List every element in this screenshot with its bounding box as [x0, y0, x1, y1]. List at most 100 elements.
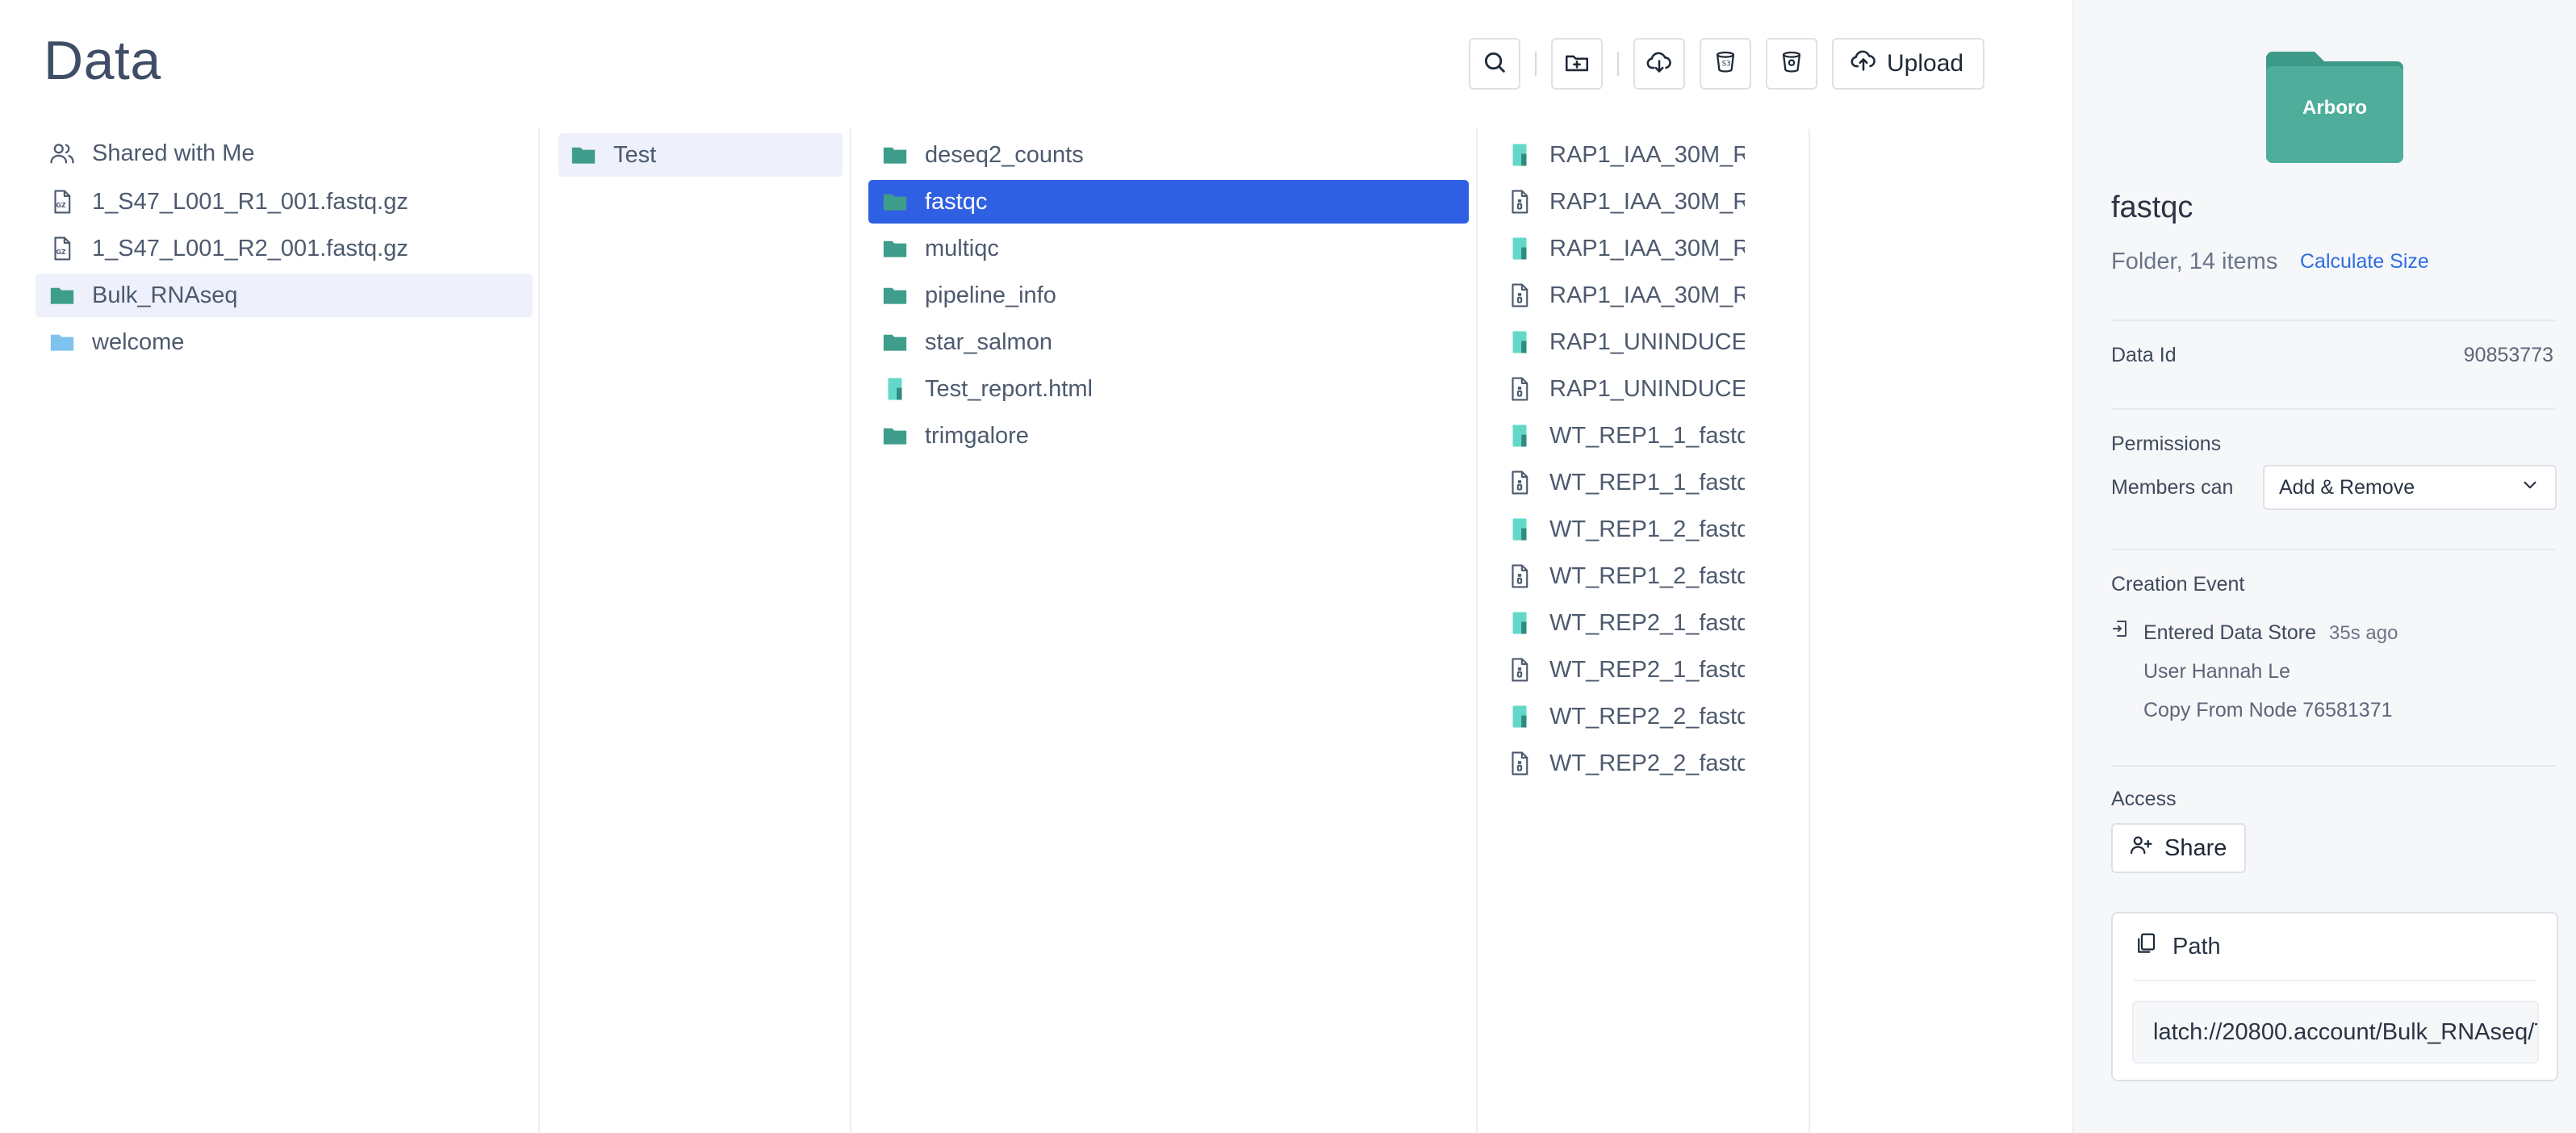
- list-item-file[interactable]: WT_REP1_2_fastqc: [1491, 554, 1745, 598]
- list-item-file[interactable]: GZ 1_S47_L001_R1_001.fastq.gz: [36, 180, 533, 224]
- brand-logo-text: Arboro: [2302, 97, 2367, 119]
- share-button[interactable]: Share: [2111, 823, 2247, 873]
- bucket-import-icon: [1778, 48, 1805, 80]
- list-item-file[interactable]: RAP1_IAA_30M_RE: [1491, 180, 1745, 224]
- list-item-label: RAP1_IAA_30M_RE: [1549, 141, 1745, 168]
- folder-plus-icon: [1563, 48, 1591, 80]
- data-id-label: Data Id: [2111, 344, 2177, 366]
- path-header: Path: [2134, 931, 2221, 962]
- list-item-folder-test[interactable]: Test: [558, 133, 843, 177]
- cloud-download-button[interactable]: [1633, 38, 1685, 90]
- divider: [2111, 765, 2555, 767]
- details-title: fastqc: [2111, 190, 2193, 224]
- list-item-file[interactable]: WT_REP1_1_fastqc.: [1491, 414, 1745, 458]
- list-item-file[interactable]: WT_REP2_1_fastqc: [1491, 648, 1745, 692]
- event-title: Entered Data Store: [2143, 621, 2317, 644]
- folder-icon: [881, 328, 909, 356]
- event-title-line: Entered Data Store 35s ago: [2143, 621, 2398, 645]
- enter-icon: [2111, 618, 2129, 639]
- list-item-label: WT_REP1_2_fastqc: [1549, 516, 1745, 542]
- list-item-label: WT_REP2_2_fastqc: [1549, 750, 1745, 776]
- list-item-file[interactable]: WT_REP1_1_fastqc.: [1491, 461, 1745, 504]
- file-zip-icon: [1506, 469, 1533, 496]
- user-plus-icon: [2129, 833, 2164, 863]
- file-html-icon: [1506, 328, 1533, 356]
- list-item-file[interactable]: RAP1_UNINDUCED: [1491, 320, 1745, 364]
- search-button[interactable]: [1469, 38, 1520, 90]
- calculate-size-link[interactable]: Calculate Size: [2300, 250, 2429, 274]
- list-item-label: star_salmon: [925, 328, 1052, 355]
- divider: [2111, 549, 2555, 550]
- list-item-file[interactable]: RAP1_IAA_30M_RE: [1491, 227, 1745, 270]
- list-item-label: welcome: [92, 328, 185, 355]
- column-divider: [850, 129, 851, 1133]
- list-item-folder[interactable]: deseq2_counts: [868, 133, 1469, 177]
- s3-import-button[interactable]: S3: [1700, 38, 1751, 90]
- list-item-folder-bulk-rnaseq[interactable]: Bulk_RNAseq: [36, 274, 533, 317]
- gcs-import-button[interactable]: [1766, 38, 1817, 90]
- list-item-file[interactable]: RAP1_IAA_30M_RE: [1491, 274, 1745, 317]
- list-item-label: RAP1_UNINDUCED: [1549, 375, 1745, 402]
- data-id-value: 90853773: [2463, 344, 2553, 366]
- list-item-folder-welcome[interactable]: welcome: [36, 320, 533, 364]
- file-zip-icon: [1506, 282, 1533, 309]
- file-html-icon: [1506, 422, 1533, 449]
- list-item-label: deseq2_counts: [925, 141, 1084, 168]
- file-gz-icon: GZ: [48, 188, 76, 215]
- folder-icon: [48, 328, 76, 356]
- page-title: Data: [44, 30, 161, 91]
- list-item-label: WT_REP2_1_fastqc: [1549, 609, 1745, 636]
- list-item-folder[interactable]: star_salmon: [868, 320, 1469, 364]
- list-item-folder[interactable]: trimgalore: [868, 414, 1469, 458]
- list-item-file[interactable]: WT_REP2_2_fastqc: [1491, 742, 1745, 785]
- column-divider: [538, 129, 540, 1133]
- list-item-file[interactable]: WT_REP2_1_fastqc: [1491, 601, 1745, 645]
- toolbar: S3 Upload: [1469, 38, 1985, 90]
- path-value-field[interactable]: latch://20800.account/Bulk_RNAseq/Test/f…: [2132, 1001, 2539, 1064]
- svg-text:GZ: GZ: [56, 249, 66, 256]
- svg-text:S3: S3: [1722, 60, 1731, 68]
- list-item-file[interactable]: RAP1_IAA_30M_RE: [1491, 133, 1745, 177]
- event-copy-from: Copy From Node 76581371: [2143, 699, 2393, 721]
- list-item-folder[interactable]: pipeline_info: [868, 274, 1469, 317]
- folder-icon: [881, 282, 909, 309]
- file-html-icon: [1506, 235, 1533, 262]
- list-item-label: RAP1_UNINDUCED: [1549, 328, 1745, 355]
- divider: [2111, 408, 2555, 410]
- list-item-file[interactable]: RAP1_UNINDUCED: [1491, 367, 1745, 411]
- list-item-file[interactable]: GZ 1_S47_L001_R2_001.fastq.gz: [36, 227, 533, 270]
- file-zip-icon: [1506, 188, 1533, 215]
- upload-button[interactable]: Upload: [1832, 38, 1985, 90]
- list-item-file[interactable]: WT_REP1_2_fastqc: [1491, 508, 1745, 551]
- list-item-folder-selected[interactable]: fastqc: [868, 180, 1469, 224]
- upload-label: Upload: [1887, 50, 1964, 77]
- users-icon: [48, 140, 76, 167]
- list-item-label: 1_S47_L001_R1_001.fastq.gz: [92, 188, 408, 215]
- chevron-down-icon: [2520, 475, 2540, 501]
- folder-icon: [48, 282, 76, 309]
- new-folder-button[interactable]: [1551, 38, 1603, 90]
- list-item-label: WT_REP1_2_fastqc: [1549, 562, 1745, 589]
- list-item-label: RAP1_IAA_30M_RE: [1549, 282, 1745, 308]
- file-zip-icon: [1506, 656, 1533, 684]
- folder-icon: [881, 422, 909, 449]
- file-zip-icon: [1506, 750, 1533, 777]
- file-gz-icon: GZ: [48, 235, 76, 262]
- folder-thumbnail: Arboro: [2266, 50, 2403, 163]
- list-item-file[interactable]: WT_REP2_2_fastqc: [1491, 695, 1745, 738]
- folder-icon: [570, 141, 597, 169]
- toolbar-divider: [1617, 52, 1619, 76]
- list-item-label: Shared with Me: [92, 140, 255, 166]
- list-item-folder[interactable]: multiqc: [868, 227, 1469, 270]
- path-label: Path: [2172, 933, 2221, 959]
- list-item-shared-with-me[interactable]: Shared with Me: [36, 132, 533, 175]
- details-subtitle: Folder, 14 items: [2111, 249, 2278, 274]
- list-item-label: WT_REP2_2_fastqc: [1549, 703, 1745, 730]
- list-item-label: WT_REP1_1_fastqc.: [1549, 469, 1745, 495]
- members-can-select[interactable]: Add & Remove: [2263, 465, 2557, 510]
- list-item-file[interactable]: Test_report.html: [868, 367, 1469, 411]
- cloud-download-icon: [1646, 48, 1673, 80]
- copy-icon[interactable]: [2134, 931, 2172, 962]
- toolbar-divider: [1535, 52, 1537, 76]
- list-item-label: WT_REP2_1_fastqc: [1549, 656, 1745, 683]
